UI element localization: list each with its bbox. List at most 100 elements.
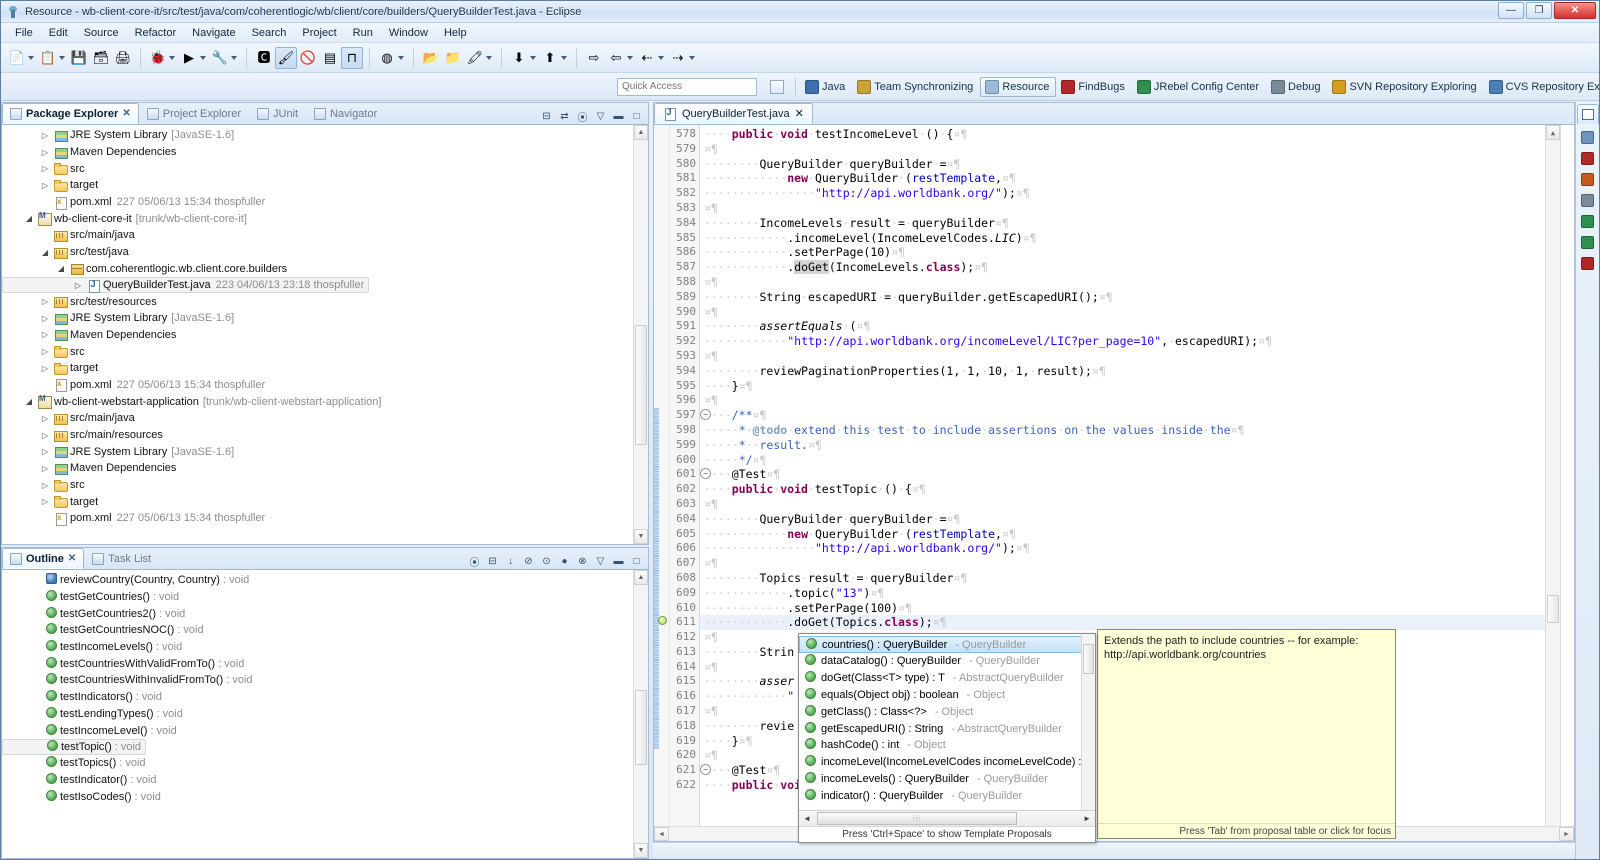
scroll-left-button[interactable]: ◄ <box>654 827 669 841</box>
tree-row[interactable]: ▷target <box>2 360 648 377</box>
scroll-thumb[interactable] <box>1547 595 1559 623</box>
findbugs-icon[interactable] <box>1580 171 1596 187</box>
menu-refactor[interactable]: Refactor <box>127 25 185 41</box>
focus-icon[interactable]: ⦿ <box>467 554 482 569</box>
outline-row[interactable]: reviewCountry(Country, Country): void <box>2 572 648 589</box>
chevron-right-icon[interactable]: ▷ <box>38 481 52 490</box>
chevron-right-icon[interactable]: ▷ <box>38 497 52 506</box>
code-line[interactable]: ········assertEquals·(¤¶ <box>700 319 1560 334</box>
code-line[interactable]: ········QueryBuilder·queryBuilder·=¤¶ <box>700 157 1560 172</box>
code-line[interactable]: ¤¶ <box>700 201 1560 216</box>
code-line[interactable]: ····public·void·testTopic·()·{¤¶ <box>700 482 1560 497</box>
outline-row[interactable]: testTopic(): void <box>2 739 146 755</box>
focus-icon[interactable]: ⦿ <box>575 109 590 124</box>
chevron-down-icon[interactable] <box>398 56 404 60</box>
package-explorer-scrollbar[interactable]: ▲ ▼ <box>633 125 648 544</box>
maximize-icon[interactable]: □ <box>629 109 644 124</box>
chevron-right-icon[interactable]: ▷ <box>71 281 85 290</box>
tree-row[interactable]: ◢com.coherentlogic.wb.client.core.builde… <box>2 261 648 278</box>
quick-fix-icon[interactable]: 🖍 <box>464 47 486 69</box>
proposal-hscrollbar[interactable]: ◄ ⦙⦙⦙ ► <box>799 810 1095 826</box>
tab-project-explorer[interactable]: Project Explorer <box>139 103 249 124</box>
hide-fields-icon[interactable]: ⊘ <box>521 554 536 569</box>
tree-row[interactable]: ▷target <box>2 493 648 510</box>
scroll-down-button[interactable]: ▼ <box>634 843 648 858</box>
open-task-icon[interactable]: 📁 <box>442 47 464 69</box>
tree-row[interactable]: ▷src/test/resources <box>2 293 648 310</box>
code-line[interactable]: ····}¤¶ <box>700 379 1560 394</box>
back-icon[interactable]: ⇠ <box>636 47 658 69</box>
chevron-down-icon[interactable] <box>486 56 492 60</box>
menu-search[interactable]: Search <box>244 25 295 41</box>
code-line[interactable]: ············.doGet(IncomeLevels.class);¤… <box>700 260 1560 275</box>
minimize-icon[interactable]: ▬ <box>611 554 626 569</box>
chevron-right-icon[interactable]: ▷ <box>38 431 52 440</box>
forward-icon[interactable]: ⇢ <box>667 47 689 69</box>
code-line[interactable]: ················"http://api.worldbank.or… <box>700 541 1560 556</box>
chevron-down-icon[interactable] <box>231 56 237 60</box>
sort-icon[interactable]: ↓ <box>503 554 518 569</box>
code-line[interactable]: ············.doGet(Topics.class);¤¶ <box>700 615 1560 630</box>
outline-tree[interactable]: reviewCountry(Country, Country): voidtes… <box>2 570 648 805</box>
quick-fix-bulb-icon[interactable] <box>656 616 667 627</box>
chevron-down-icon[interactable] <box>658 56 664 60</box>
outline-row[interactable]: testIndicator(): void <box>2 772 648 789</box>
proposal-scrollbar[interactable] <box>1081 634 1095 810</box>
code-line[interactable]: ········IncomeLevels·result·=·queryBuild… <box>700 216 1560 231</box>
menu-source[interactable]: Source <box>76 25 127 41</box>
tree-row[interactable]: ◢wb-client-webstart-application[trunk/wb… <box>2 393 648 410</box>
view-menu-icon[interactable]: ▽ <box>593 109 608 124</box>
chevron-down-icon[interactable] <box>59 56 65 60</box>
outline-row[interactable]: testGetCountriesNOC(): void <box>2 622 648 639</box>
outline-row[interactable]: testCountriesWithInvalidFromTo(): void <box>2 672 648 689</box>
code-line[interactable]: ········Topics·result·=·queryBuilder¤¶ <box>700 571 1560 586</box>
tree-row[interactable]: ·pom.xml227 05/06/13 15:34 thospfuller <box>2 194 648 211</box>
tree-row[interactable]: ▷src <box>2 160 648 177</box>
chevron-down-icon[interactable]: ◢ <box>22 397 36 406</box>
content-assist-popup[interactable]: countries() : QueryBuilder- QueryBuilder… <box>798 633 1096 843</box>
open-perspective-icon[interactable] <box>765 77 791 97</box>
close-icon[interactable]: ✕ <box>122 108 130 119</box>
save-icon[interactable]: 💾 <box>68 47 90 69</box>
collapse-all-icon[interactable]: ⊟ <box>485 554 500 569</box>
tree-row[interactable]: ·src/main/java <box>2 227 648 244</box>
chevron-down-icon[interactable] <box>169 56 175 60</box>
chevron-right-icon[interactable]: ▷ <box>38 297 52 306</box>
chevron-right-icon[interactable]: ▷ <box>38 330 52 339</box>
tree-row[interactable]: ◢wb-client-core-it[trunk/wb-client-core-… <box>2 210 648 227</box>
next-annotation-icon[interactable]: ⇨ <box>583 47 605 69</box>
code-line[interactable]: ····public·void·testIncomeLevel·()·{¤¶ <box>700 127 1560 142</box>
code-line[interactable]: ¤¶ <box>700 305 1560 320</box>
code-line[interactable]: ············.setPerPage(100)¤¶ <box>700 601 1560 616</box>
tab-junit[interactable]: JUnit <box>249 103 306 124</box>
outline-row[interactable]: testIncomeLevels(): void <box>2 639 648 656</box>
debug-icon[interactable] <box>1580 192 1596 208</box>
proposal-row[interactable]: getEscapedURI() : String- AbstractQueryB… <box>799 720 1095 737</box>
code-line[interactable]: ········QueryBuilder·queryBuilder·=¤¶ <box>700 512 1560 527</box>
perspective-svn-repository-exploring[interactable]: SVN Repository Exploring <box>1327 77 1483 97</box>
outline-row[interactable]: testIsoCodes(): void <box>2 788 648 805</box>
chevron-down-icon[interactable] <box>627 56 633 60</box>
code-line[interactable]: ········String·escapedURI·=·queryBuilder… <box>700 290 1560 305</box>
code-line[interactable]: ········reviewPaginationProperties(1,·1,… <box>700 364 1560 379</box>
code-line[interactable]: ····@Test¤¶ <box>700 467 1560 482</box>
minimize-button[interactable]: — <box>1498 2 1524 19</box>
maximize-icon[interactable]: □ <box>629 554 644 569</box>
debug-icon[interactable]: 🐞 <box>147 47 169 69</box>
menu-window[interactable]: Window <box>381 25 436 41</box>
scroll-right-button[interactable]: ► <box>1559 827 1574 841</box>
menu-help[interactable]: Help <box>436 25 475 41</box>
tree-row[interactable]: ·pom.xml227 05/06/13 15:34 thospfuller <box>2 377 648 394</box>
scroll-right-icon[interactable]: ► <box>1079 814 1095 823</box>
code-line[interactable]: ············"http://api.worldbank.org/in… <box>700 334 1560 349</box>
editor-scrollbar[interactable]: ▲ ▼ <box>1545 125 1560 841</box>
tree-row[interactable]: ▷JRE System Library[JavaSE-1.6] <box>2 127 648 144</box>
proposal-row[interactable]: equals(Object obj) : boolean- Object <box>799 687 1095 704</box>
outline-row[interactable]: testGetCountries(): void <box>2 589 648 606</box>
scroll-thumb[interactable]: ⦙⦙⦙ <box>817 812 1017 825</box>
overview-ruler[interactable] <box>1560 125 1574 841</box>
menu-navigate[interactable]: Navigate <box>184 25 243 41</box>
scroll-thumb[interactable] <box>1083 644 1094 674</box>
scroll-thumb[interactable] <box>635 325 647 445</box>
team-sync-icon[interactable] <box>1580 129 1596 145</box>
